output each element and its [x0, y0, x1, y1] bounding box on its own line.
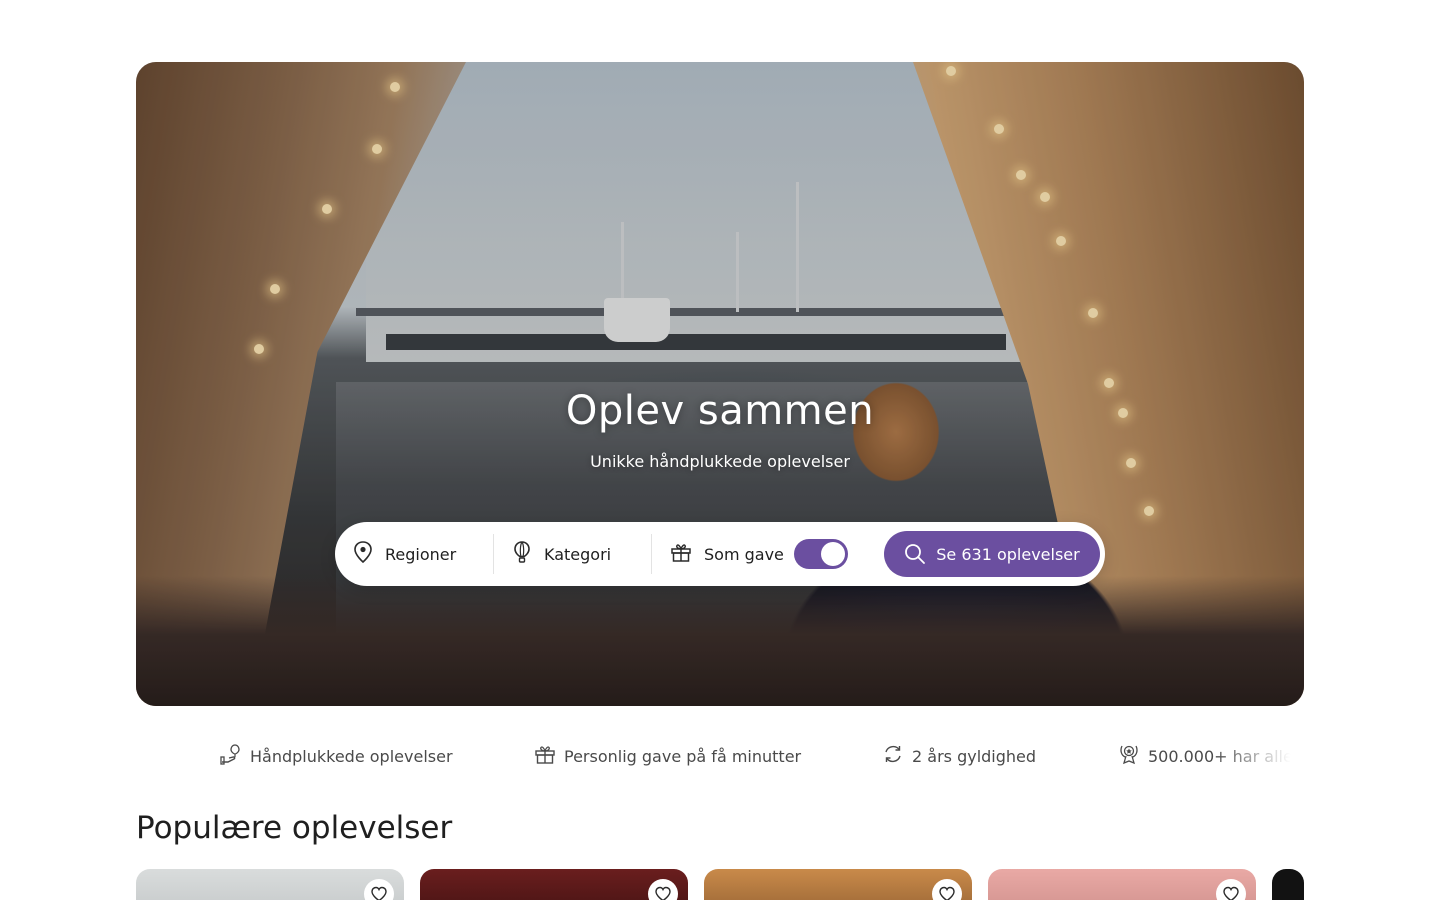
heart-icon: [655, 886, 671, 900]
hero-banner: Oplev sammen Unikke håndplukkede oplevel…: [136, 62, 1304, 706]
region-selector[interactable]: Regioner: [335, 522, 493, 586]
gift-label: Som gave: [704, 544, 784, 564]
heart-icon: [371, 886, 387, 900]
search-button[interactable]: Se 631 oplevelser: [884, 531, 1100, 577]
usp-item: 2 års gyldighed: [882, 740, 1036, 772]
hero-subtitle: Unikke håndplukkede oplevelser: [590, 452, 850, 471]
experience-card[interactable]: [988, 869, 1256, 900]
heart-icon: [939, 886, 955, 900]
gift-toggle-group[interactable]: Som gave: [652, 522, 872, 586]
usp-item: Håndplukkede oplevelser: [220, 740, 453, 772]
gift-icon: [670, 541, 692, 567]
location-pin-icon: [353, 541, 373, 567]
experience-card[interactable]: [136, 869, 404, 900]
balloon-icon: [512, 541, 532, 567]
gift-icon: [534, 743, 556, 769]
category-label: Kategori: [544, 544, 612, 564]
usp-label: Personlig gave på få minutter: [564, 746, 802, 766]
usp-label: 2 års gyldighed: [912, 746, 1037, 766]
region-label: Regioner: [385, 544, 457, 564]
usp-strip: Håndplukkede oplevelser Personlig gave p…: [136, 740, 1304, 772]
section-title-popular: Populære oplevelser: [136, 810, 453, 846]
refresh-icon: [882, 743, 904, 769]
usp-item: Personlig gave på få minutter: [534, 740, 801, 772]
usp-label: Håndplukkede oplevelser: [250, 746, 453, 766]
search-button-label: Se 631 oplevelser: [936, 544, 1080, 564]
experience-card[interactable]: [420, 869, 688, 900]
heart-icon: [1223, 886, 1239, 900]
hero-overlay: [136, 62, 1304, 706]
category-selector[interactable]: Kategori: [494, 522, 651, 586]
search-icon: [904, 543, 926, 565]
experience-card[interactable]: [704, 869, 972, 900]
award-icon: [1118, 743, 1140, 769]
hero-title: Oplev sammen: [565, 388, 875, 434]
usp-fade: [1214, 740, 1304, 772]
favorite-button[interactable]: [364, 879, 394, 900]
experience-card[interactable]: [1272, 869, 1304, 900]
favorite-button[interactable]: [1216, 879, 1246, 900]
gift-toggle[interactable]: [793, 539, 848, 569]
search-bar: Regioner Kategori Som gave Se 631 opleve…: [335, 522, 1105, 586]
toggle-knob: [820, 542, 845, 566]
favorite-button[interactable]: [932, 879, 962, 900]
hand-picked-icon: [220, 743, 242, 769]
favorite-button[interactable]: [648, 879, 678, 900]
